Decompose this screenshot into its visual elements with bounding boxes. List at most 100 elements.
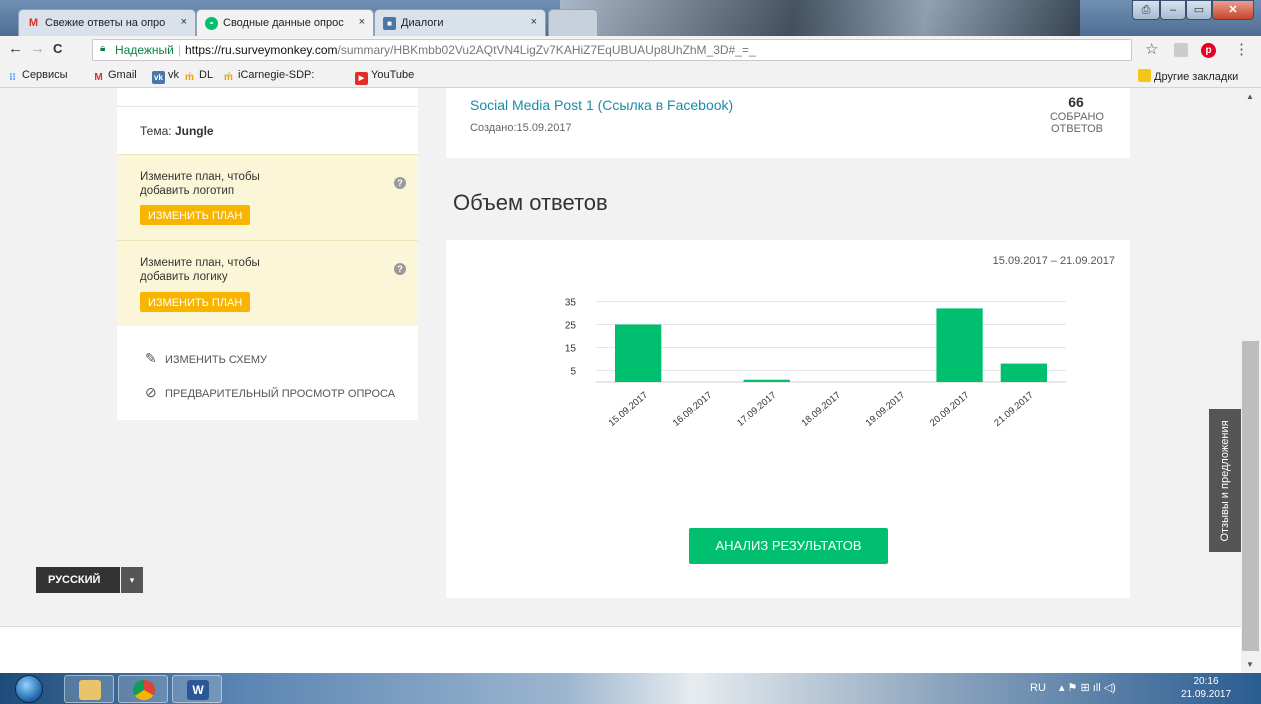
bookmark-label: Другие закладки (1154, 71, 1239, 83)
preview-survey-link[interactable]: ⊘ ПРЕДВАРИТЕЛЬНЫЙ ПРОСМОТР ОПРОСА (145, 384, 395, 401)
pdf-extension-icon[interactable] (1174, 43, 1188, 57)
taskbar-explorer[interactable] (64, 675, 114, 703)
chart-bar (615, 324, 662, 382)
system-tray: RU ▴ ⚑ ⊞ ıll ◁) (1030, 681, 1116, 694)
address-bar[interactable]: 🔒︎ Надежный | https://ru.surveymonkey.com/… (92, 39, 1132, 61)
link-label: ПРЕДВАРИТЕЛЬНЫЙ ПРОСМОТР ОПРОСА (165, 388, 396, 400)
bookmark-youtube[interactable]: ▶ YouTube (355, 69, 414, 85)
other-bookmarks[interactable]: Другие закладки (1138, 69, 1238, 83)
address-host: https://ru.surveymonkey.com (185, 43, 338, 57)
menu-icon[interactable]: ⋮ (1234, 40, 1249, 58)
bookmark-gmail[interactable]: M Gmail (92, 69, 136, 84)
new-tab-button[interactable] (548, 9, 598, 36)
collector-title[interactable]: Social Media Post 1 (Ссылка в Facebook) (470, 97, 733, 113)
close-window-button[interactable]: ✕ (1212, 0, 1254, 20)
bookmark-label: vk (168, 69, 179, 81)
bookmark-dl[interactable]: ḿ DL (183, 69, 213, 84)
clock-time: 20:16 (1193, 676, 1219, 687)
link-label: ИЗМЕНИТЬ СХЕМУ (165, 354, 268, 366)
tab-title: Свежие ответы на опро (45, 17, 166, 29)
y-tick-label: 35 (565, 298, 577, 309)
tab-dialogs[interactable]: ■ Диалоги × (374, 9, 546, 36)
upsell-logo: Измените план, чтобы добавить логотип ? … (117, 154, 418, 240)
pinterest-icon[interactable]: p (1201, 43, 1216, 58)
x-tick-label: 17.09.2017 (735, 390, 778, 429)
tab-title: Сводные данные опрос (223, 17, 344, 29)
y-tick-label: 5 (570, 367, 576, 378)
reload-icon[interactable]: C (53, 41, 62, 56)
surveymonkey-icon: ◓ (205, 17, 218, 30)
user-profile-icon[interactable]: ⎙ (1132, 0, 1160, 20)
language-indicator[interactable]: RU (1030, 682, 1046, 694)
scroll-down-icon[interactable]: ▼ (1246, 660, 1254, 669)
tab-gmail[interactable]: M Свежие ответы на опро × (18, 9, 196, 36)
upsell-text: Измените план, чтобы добавить логотип (140, 171, 260, 197)
response-volume-card: 15.09.2017 – 21.09.2017 35 25 15 5 15.09.201… (446, 240, 1130, 598)
scrollbar-thumb[interactable] (1242, 341, 1259, 651)
analyze-results-button[interactable]: АНАЛИЗ РЕЗУЛЬТАТОВ (689, 528, 888, 564)
bookmark-apps[interactable]: ⁝⁝ Сервисы (6, 69, 67, 84)
responses-label-line: СОБРАНО (1050, 111, 1104, 123)
close-icon[interactable]: × (531, 16, 537, 28)
explorer-icon (79, 680, 101, 700)
vk-icon: ■ (383, 17, 396, 30)
language-selector[interactable]: РУССКИЙ (36, 567, 120, 593)
help-icon[interactable]: ? (394, 177, 406, 189)
secure-label: Надежный (115, 43, 174, 57)
chevron-down-icon[interactable]: ▾ (121, 567, 143, 593)
bookmark-label: iCarnegie-SDP: (238, 69, 315, 81)
change-plan-button[interactable]: ИЗМЕНИТЬ ПЛАН (140, 205, 251, 225)
collector-created: Создано:15.09.2017 (470, 122, 572, 134)
page-content: Тема: Jungle Измените план, чтобы добави… (0, 88, 1241, 673)
chrome-icon (133, 680, 155, 700)
x-tick-label: 15.09.2017 (607, 390, 650, 429)
theme-value: Jungle (174, 124, 214, 138)
chart-bar (936, 308, 983, 382)
bookmark-label: YouTube (371, 69, 415, 81)
bookmark-label: DL (199, 69, 214, 81)
x-tick-label: 20.09.2017 (928, 390, 971, 429)
x-tick-label: 18.09.2017 (799, 390, 842, 429)
clock-date: 21.09.2017 (1180, 689, 1232, 700)
browser-tab-strip: M Свежие ответы на опро × ◓ Сводные данн… (0, 0, 1261, 36)
x-tick-label: 19.09.2017 (864, 390, 907, 429)
help-icon[interactable]: ? (394, 263, 406, 275)
bookmark-icarnegie[interactable]: ḿ iCarnegie-SDP: (222, 69, 314, 84)
close-icon[interactable]: × (359, 16, 365, 28)
back-arrow-icon[interactable]: ← (8, 40, 23, 57)
forward-arrow-icon[interactable]: → (30, 40, 45, 57)
y-tick-label: 15 (565, 344, 577, 355)
taskbar-word[interactable]: W (172, 675, 222, 703)
taskbar-chrome[interactable] (118, 675, 168, 703)
start-button[interactable] (6, 673, 44, 704)
minimize-button[interactable]: – (1160, 0, 1186, 20)
vk-icon: vk (152, 71, 165, 84)
y-tick-label: 25 (565, 321, 577, 332)
tab-surveymonkey[interactable]: ◓ Сводные данные опрос × (196, 9, 374, 36)
feedback-tab[interactable]: Отзывы и предложения (1209, 409, 1241, 552)
tab-title: Диалоги (401, 17, 444, 29)
tray-icons[interactable]: ▴ ⚑ ⊞ ıll ◁) (1059, 682, 1116, 694)
bookmarks-bar: ⁝⁝ Сервисы M Gmail vk vk ḿ DL ḿ iCarnegie-SDP… (0, 64, 1261, 88)
clock[interactable]: 20:16 21.09.2017 (1172, 675, 1240, 701)
desktop-background (560, 0, 1080, 36)
edit-design-link[interactable]: ✎ ИЗМЕНИТЬ СХЕМУ (145, 350, 267, 367)
address-path: /summary/HBKmbb02Vu2AQtVN4LigZv7KAHiZ7Eq… (337, 43, 756, 57)
browser-toolbar: ← → C 🔒︎ Надежный | https://ru.surveymonke… (0, 36, 1261, 64)
change-plan-button[interactable]: ИЗМЕНИТЬ ПЛАН (140, 292, 251, 312)
close-icon[interactable]: × (181, 16, 187, 28)
bookmark-vk[interactable]: vk vk (152, 69, 179, 84)
theme-row[interactable]: Тема: Jungle (117, 106, 418, 154)
scroll-up-icon[interactable]: ▲ (1246, 92, 1254, 101)
section-title: Объем ответов (453, 190, 608, 215)
folder-icon (1138, 69, 1151, 82)
word-icon: W (187, 680, 209, 700)
collector-card: Social Media Post 1 (Ссылка в Facebook) … (446, 88, 1130, 158)
maximize-button[interactable]: ▭ (1186, 0, 1212, 20)
edit-icon: ✎ (145, 350, 157, 366)
gmail-icon: M (28, 17, 39, 29)
windows-logo-icon (15, 675, 43, 703)
page-footer (0, 626, 1241, 673)
star-icon[interactable]: ☆ (1145, 40, 1158, 58)
responses-label-line: ОТВЕТОВ (1050, 123, 1104, 135)
